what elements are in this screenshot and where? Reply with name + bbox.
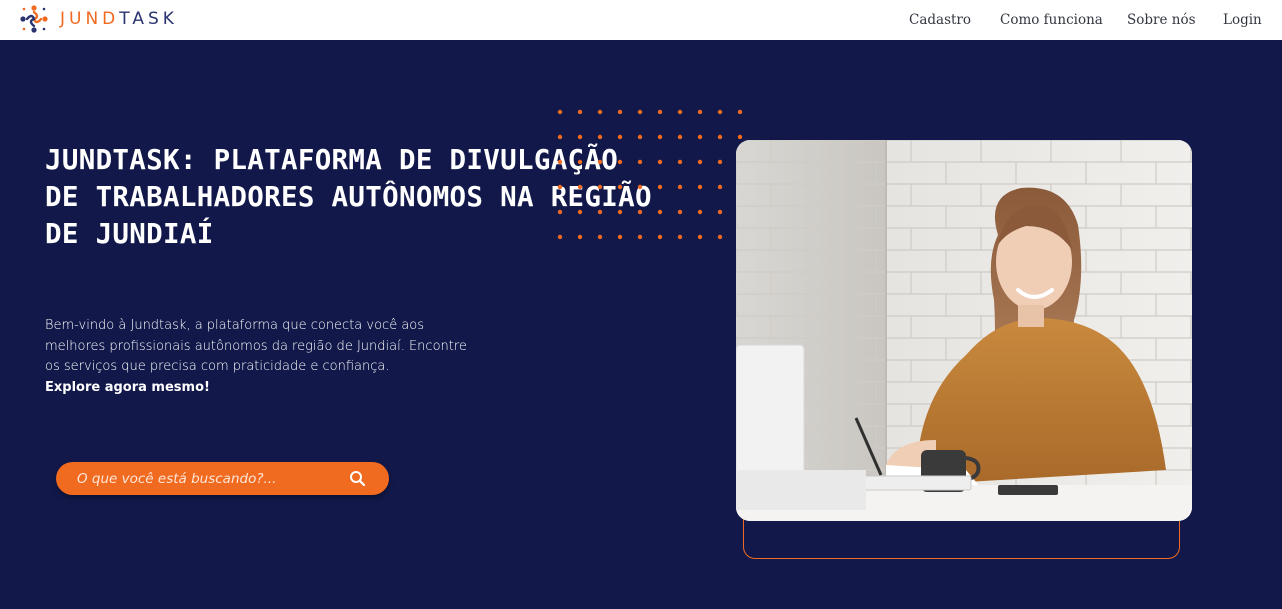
- decorative-dot: [677, 209, 683, 215]
- hero-description: Bem-vindo à Jundtask, a plataforma que c…: [45, 316, 485, 398]
- hero-description-text: Bem-vindo à Jundtask, a plataforma que c…: [45, 318, 467, 374]
- decorative-dot: [577, 134, 583, 140]
- brand-name-part1: JUND: [60, 9, 120, 29]
- decorative-dot: [657, 209, 663, 215]
- decorative-dot: [557, 109, 563, 115]
- nav-sobre-nos-link[interactable]: Sobre nós: [1127, 12, 1196, 28]
- decorative-dot: [617, 109, 623, 115]
- decorative-dot: [637, 234, 643, 240]
- decorative-dot: [617, 234, 623, 240]
- decorative-dot: [717, 109, 723, 115]
- decorative-dot: [597, 184, 603, 190]
- decorative-dot: [717, 209, 723, 215]
- decorative-dot: [677, 109, 683, 115]
- decorative-dot: [637, 109, 643, 115]
- decorative-dot: [697, 159, 703, 165]
- decorative-dot: [597, 134, 603, 140]
- decorative-dot: [697, 209, 703, 215]
- decorative-dot: [637, 159, 643, 165]
- decorative-dot: [717, 184, 723, 190]
- navbar: JUNDTASK Cadastro Como funciona Sobre nó…: [0, 0, 1282, 40]
- hero-cta-text: Explore agora mesmo!: [45, 379, 210, 395]
- decorative-dot: [597, 234, 603, 240]
- decorative-dot: [677, 234, 683, 240]
- nav-cadastro-link[interactable]: Cadastro: [909, 12, 971, 28]
- decorative-dot: [637, 184, 643, 190]
- decorative-dot: [697, 184, 703, 190]
- decorative-dot: [617, 184, 623, 190]
- decorative-dot: [697, 109, 703, 115]
- brand-logo[interactable]: JUNDTASK: [18, 3, 178, 35]
- hero-photo: [736, 140, 1192, 521]
- decorative-dot: [557, 134, 563, 140]
- decorative-dot: [577, 209, 583, 215]
- decorative-dot: [657, 234, 663, 240]
- decorative-dot: [697, 234, 703, 240]
- decorative-dot: [737, 134, 743, 140]
- decorative-dot: [677, 159, 683, 165]
- decorative-dot: [657, 134, 663, 140]
- decorative-dot: [657, 184, 663, 190]
- decorative-dot: [597, 159, 603, 165]
- decorative-dot: [557, 184, 563, 190]
- decorative-dot: [577, 184, 583, 190]
- decorative-dot: [577, 159, 583, 165]
- decorative-dot: [657, 159, 663, 165]
- brand-name: JUNDTASK: [60, 9, 178, 29]
- decorative-dot: [557, 159, 563, 165]
- decorative-dot: [637, 209, 643, 215]
- decorative-dot: [737, 109, 743, 115]
- decorative-dot: [697, 134, 703, 140]
- decorative-dot: [577, 109, 583, 115]
- people-network-icon: [20, 5, 48, 33]
- decorative-dot: [577, 234, 583, 240]
- nav-login-link[interactable]: Login: [1223, 12, 1262, 28]
- woman-writing-at-desk-photo: [736, 140, 1192, 521]
- search-bar: [56, 462, 389, 495]
- decorative-dot: [617, 209, 623, 215]
- decorative-dot: [557, 234, 563, 240]
- decorative-dot: [657, 109, 663, 115]
- nav-como-funciona-link[interactable]: Como funciona: [1000, 12, 1103, 28]
- decorative-dot: [677, 134, 683, 140]
- decorative-dot: [717, 234, 723, 240]
- search-icon: [349, 471, 365, 487]
- decorative-dot: [557, 209, 563, 215]
- decorative-dot: [597, 209, 603, 215]
- decorative-dot: [717, 134, 723, 140]
- decorative-dot: [617, 134, 623, 140]
- search-input[interactable]: [56, 462, 337, 495]
- decorative-dot: [617, 159, 623, 165]
- decorative-dot-grid: [557, 109, 743, 240]
- decorative-dot: [717, 159, 723, 165]
- decorative-dot: [637, 134, 643, 140]
- decorative-dot: [597, 109, 603, 115]
- search-button[interactable]: [337, 462, 377, 495]
- decorative-dot: [677, 184, 683, 190]
- brand-name-part2: TASK: [119, 9, 178, 29]
